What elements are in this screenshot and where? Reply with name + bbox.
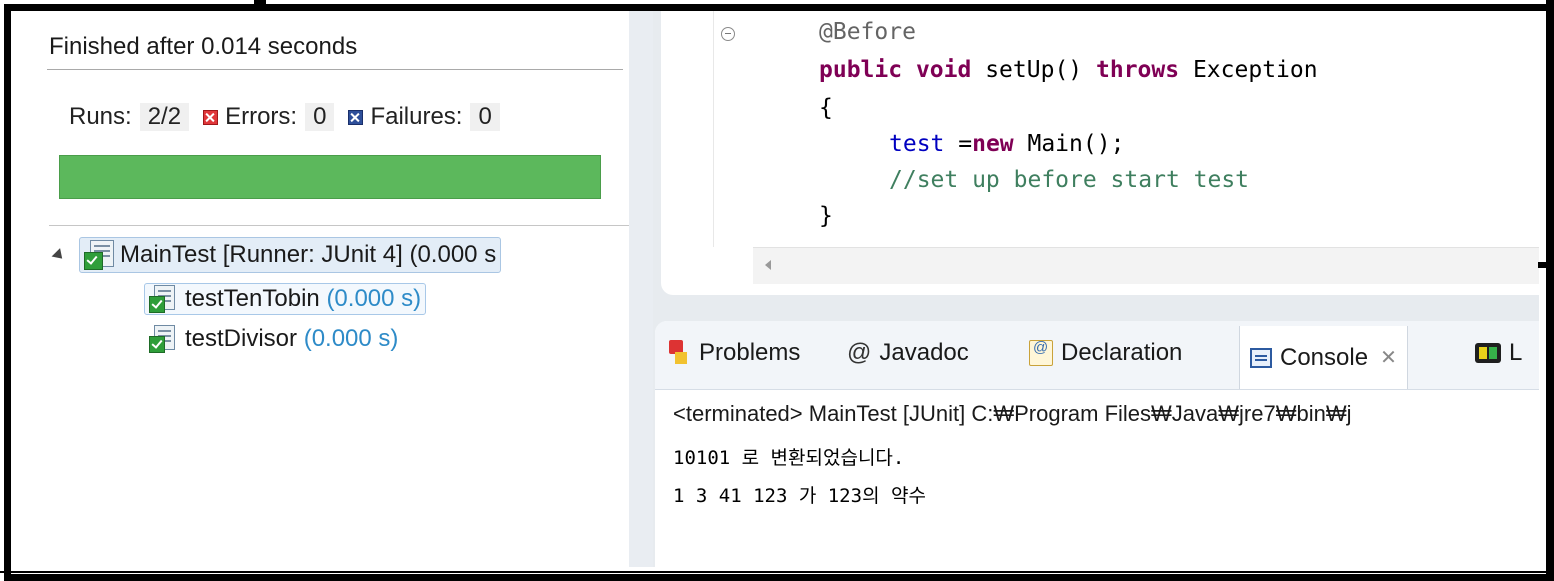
frame-tab (254, 0, 266, 10)
frame-notch (1538, 262, 1554, 268)
frame-edge (1546, 0, 1554, 576)
screenshot-frame (4, 4, 1554, 581)
frame-baseline (0, 571, 1554, 573)
